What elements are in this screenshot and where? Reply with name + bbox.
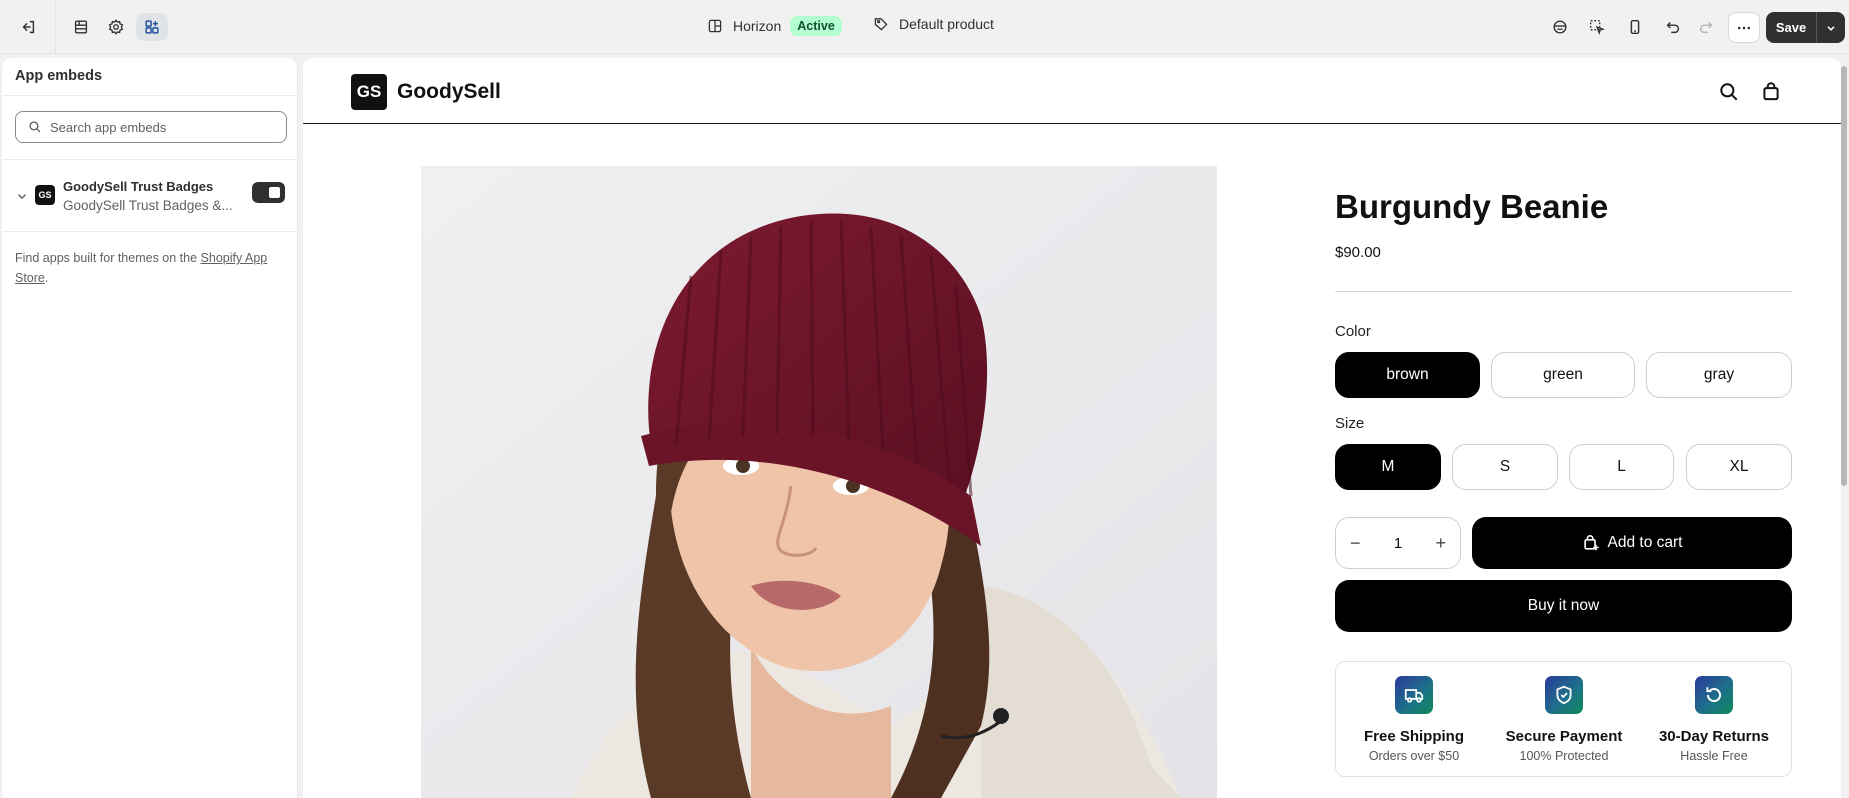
sections-button[interactable]	[65, 13, 97, 41]
product-photo-illustration	[421, 166, 1217, 798]
size-option-l[interactable]: L	[1569, 444, 1674, 490]
search-icon	[29, 121, 41, 133]
trust-badge: 30-Day Returns Hassle Free	[1644, 676, 1784, 763]
editor-topbar: Horizon Active Default product Save	[0, 0, 1849, 54]
gear-icon	[108, 19, 124, 35]
divider	[2, 231, 298, 232]
embed-toggle[interactable]	[252, 182, 285, 203]
search-icon[interactable]	[1718, 81, 1740, 103]
trust-badge: Free Shipping Orders over $50	[1344, 676, 1484, 763]
product-title: Burgundy Beanie	[1335, 188, 1609, 225]
trust-badge-title: Free Shipping	[1363, 728, 1464, 745]
select-element-button[interactable]	[1581, 13, 1613, 41]
save-button-group: Save	[1766, 12, 1845, 43]
color-option-brown[interactable]: brown	[1335, 352, 1480, 398]
app-embeds-button[interactable]	[136, 13, 168, 41]
apps-icon	[145, 20, 159, 34]
color-option-green[interactable]: green	[1491, 352, 1635, 398]
storefront-preview: GS GoodySell Burgundy Beanie $90.00 Colo…	[303, 58, 1841, 798]
tag-icon	[874, 18, 888, 31]
chevron-down-icon[interactable]	[15, 189, 29, 203]
divider	[55, 0, 56, 54]
quantity-stepper: − 1 +	[1335, 517, 1461, 569]
sections-icon	[74, 20, 88, 34]
undo-icon	[1666, 21, 1680, 34]
add-to-cart-label: Add to cart	[1607, 534, 1683, 551]
layout-icon	[708, 19, 722, 33]
trust-badge-title: 30-Day Returns	[1658, 728, 1770, 745]
preview-scrollbar[interactable]	[1841, 66, 1847, 486]
add-to-cart-button[interactable]: Add to cart	[1472, 517, 1792, 569]
redo-icon	[1699, 21, 1713, 34]
quantity-value[interactable]: 1	[1394, 535, 1402, 552]
color-label: Color	[1335, 323, 1371, 340]
save-button[interactable]: Save	[1766, 12, 1817, 43]
truck-icon	[1395, 676, 1433, 714]
size-label: Size	[1335, 415, 1365, 432]
size-option-xl[interactable]: XL	[1686, 444, 1792, 490]
size-option-s[interactable]: S	[1452, 444, 1558, 490]
redo-button[interactable]	[1690, 13, 1722, 41]
template-selector[interactable]: Default product	[873, 16, 994, 32]
color-option-gray[interactable]: gray	[1646, 352, 1792, 398]
product-image[interactable]	[421, 166, 1217, 798]
template-name: Default product	[899, 16, 994, 32]
divider	[2, 95, 298, 96]
find-apps-suffix: .	[44, 271, 49, 285]
toggle-knob	[269, 187, 280, 198]
size-option-m[interactable]: M	[1335, 444, 1441, 490]
panel-title: App embeds	[15, 68, 103, 84]
find-apps-text: Find apps built for themes on the Shopif…	[15, 248, 290, 288]
mobile-icon	[1630, 19, 1640, 35]
ellipsis-icon	[1737, 26, 1751, 29]
decrease-quantity-button[interactable]: −	[1350, 533, 1361, 554]
inspector-icon	[1553, 20, 1567, 34]
store-logo[interactable]: GS	[351, 74, 387, 110]
save-options-button[interactable]	[1817, 12, 1845, 43]
trust-badge-title: Secure Payment	[1505, 728, 1623, 745]
return-icon	[1695, 676, 1733, 714]
search-field[interactable]	[15, 111, 287, 143]
embed-subtitle: GoodySell Trust Badges &...	[63, 198, 233, 213]
search-input[interactable]	[50, 119, 270, 135]
theme-settings-button[interactable]	[100, 13, 132, 41]
shield-icon	[1545, 676, 1583, 714]
undo-button[interactable]	[1657, 13, 1689, 41]
cart-add-icon	[1583, 535, 1599, 551]
store-header: GS GoodySell	[303, 58, 1841, 124]
product-price: $90.00	[1335, 244, 1381, 261]
theme-selector[interactable]: Horizon Active	[707, 16, 842, 36]
mobile-preview-button[interactable]	[1619, 13, 1651, 41]
chevron-down-icon	[1827, 25, 1835, 31]
more-actions-button[interactable]	[1728, 12, 1760, 43]
app-embeds-panel: App embeds GS GoodySell Trust Badges Goo…	[2, 58, 298, 798]
find-apps-label: Find apps built for themes on the	[15, 251, 201, 265]
divider	[1335, 291, 1792, 292]
cursor-select-icon	[1590, 20, 1605, 35]
trust-badges: Free Shipping Orders over $50 Secure Pay…	[1335, 661, 1792, 777]
trust-badge-subtitle: 100% Protected	[1519, 749, 1609, 763]
inspector-button[interactable]	[1544, 13, 1576, 41]
status-badge: Active	[790, 16, 842, 36]
store-name[interactable]: GoodySell	[397, 80, 501, 104]
exit-icon	[22, 20, 35, 34]
app-logo: GS	[35, 185, 55, 205]
trust-badge-subtitle: Hassle Free	[1680, 749, 1748, 763]
embed-name: GoodySell Trust Badges	[63, 179, 214, 194]
trust-badge-subtitle: Orders over $50	[1368, 749, 1460, 763]
divider	[2, 159, 298, 160]
buy-now-button[interactable]: Buy it now	[1335, 580, 1792, 632]
theme-name: Horizon	[733, 18, 782, 34]
trust-badge: Secure Payment 100% Protected	[1494, 676, 1634, 763]
increase-quantity-button[interactable]: +	[1435, 533, 1446, 554]
exit-button[interactable]	[12, 13, 44, 41]
cart-icon[interactable]	[1760, 81, 1782, 103]
